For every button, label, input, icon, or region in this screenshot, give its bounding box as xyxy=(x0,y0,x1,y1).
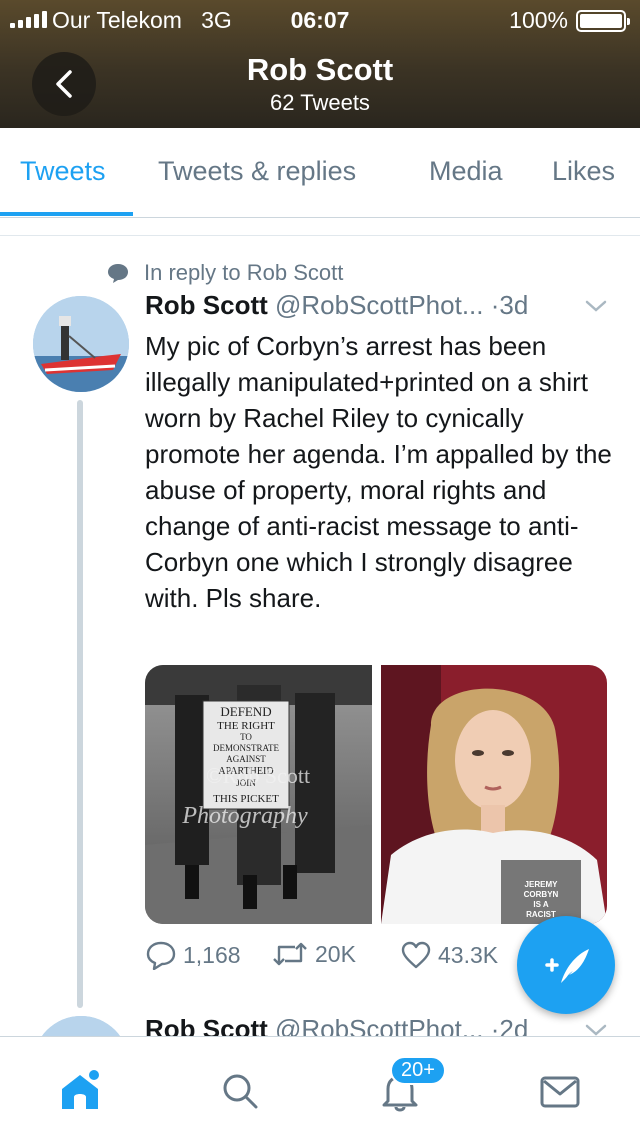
retweet-icon xyxy=(273,942,307,966)
bottom-navigation xyxy=(0,1036,640,1136)
tab-likes[interactable]: Likes xyxy=(552,156,615,187)
battery-icon xyxy=(576,10,630,32)
tweet-media: DEFEND THE RIGHT TO DEMONSTRATE AGAINST … xyxy=(145,665,607,924)
sign-line: THE RIGHT xyxy=(217,720,275,732)
compose-feather-icon xyxy=(545,949,589,983)
search-icon xyxy=(223,1074,258,1109)
battery-percent: 100% xyxy=(509,7,568,33)
tab-media[interactable]: Media xyxy=(429,156,503,187)
tweet-header: Rob Scott @RobScottPhot... ·3d xyxy=(145,290,615,321)
avatar[interactable] xyxy=(33,296,129,392)
speech-bubble-icon xyxy=(108,264,128,283)
tweet-time: 3d xyxy=(499,290,529,320)
shirt-text: JEREMY xyxy=(525,880,559,889)
active-tab-indicator xyxy=(0,212,133,216)
chevron-down-icon xyxy=(585,300,607,312)
reply-context-text: In reply to Rob Scott xyxy=(144,260,344,285)
media-photo-portrait[interactable]: JEREMY CORBYN IS A RACIST xyxy=(381,665,607,924)
divider xyxy=(0,235,640,236)
like-count: 43.3K xyxy=(438,941,499,968)
nav-home[interactable] xyxy=(58,1069,102,1113)
photo-watermark: ©Rob Scott xyxy=(206,763,310,788)
nav-messages[interactable] xyxy=(538,1069,582,1113)
nav-search[interactable] xyxy=(218,1069,262,1113)
sign-line: DEFEND xyxy=(220,704,271,719)
photo-watermark: Photography xyxy=(181,803,308,829)
reply-button[interactable]: 1,168 xyxy=(145,940,241,970)
tab-tweets[interactable]: Tweets xyxy=(20,156,106,187)
status-bar: Our Telekom 3G 06:07 100% xyxy=(0,0,640,40)
notifications-badge: 20+ xyxy=(390,1056,446,1085)
compose-tweet-button[interactable] xyxy=(517,916,615,1014)
reply-context[interactable]: In reply to Rob Scott xyxy=(106,260,343,286)
sign-line: TO xyxy=(240,732,252,742)
profile-header: Our Telekom 3G 06:07 100% Rob Scott 62 T… xyxy=(0,0,640,128)
envelope-icon xyxy=(540,1076,580,1108)
retweet-count: 20K xyxy=(315,940,356,967)
shirt-text: CORBYN xyxy=(524,890,559,899)
tab-tweets-and-replies[interactable]: Tweets & replies xyxy=(158,156,356,187)
media-photo-protest[interactable]: DEFEND THE RIGHT TO DEMONSTRATE AGAINST … xyxy=(145,665,372,924)
tweet-text: My pic of Corbyn’s arrest has been illeg… xyxy=(145,331,612,613)
home-icon xyxy=(62,1070,99,1109)
heart-icon xyxy=(401,941,431,969)
profile-name: Rob Scott xyxy=(246,52,394,87)
tweet-menu-button[interactable] xyxy=(584,298,608,319)
like-button[interactable]: 43.3K xyxy=(400,940,498,970)
author-handle[interactable]: @RobScottPhot... xyxy=(275,290,484,320)
retweet-button[interactable]: 20K xyxy=(271,940,356,968)
reply-count: 1,168 xyxy=(183,941,241,968)
reply-icon xyxy=(146,941,176,970)
tweet-count: 62 Tweets xyxy=(270,90,370,115)
sign-line: DEMONSTRATE xyxy=(213,743,280,753)
thread-line xyxy=(77,400,83,1008)
shirt-text: IS A xyxy=(533,900,548,909)
author-name[interactable]: Rob Scott xyxy=(145,290,268,320)
profile-tabs: Tweets Tweets & replies Media Likes xyxy=(0,128,640,218)
